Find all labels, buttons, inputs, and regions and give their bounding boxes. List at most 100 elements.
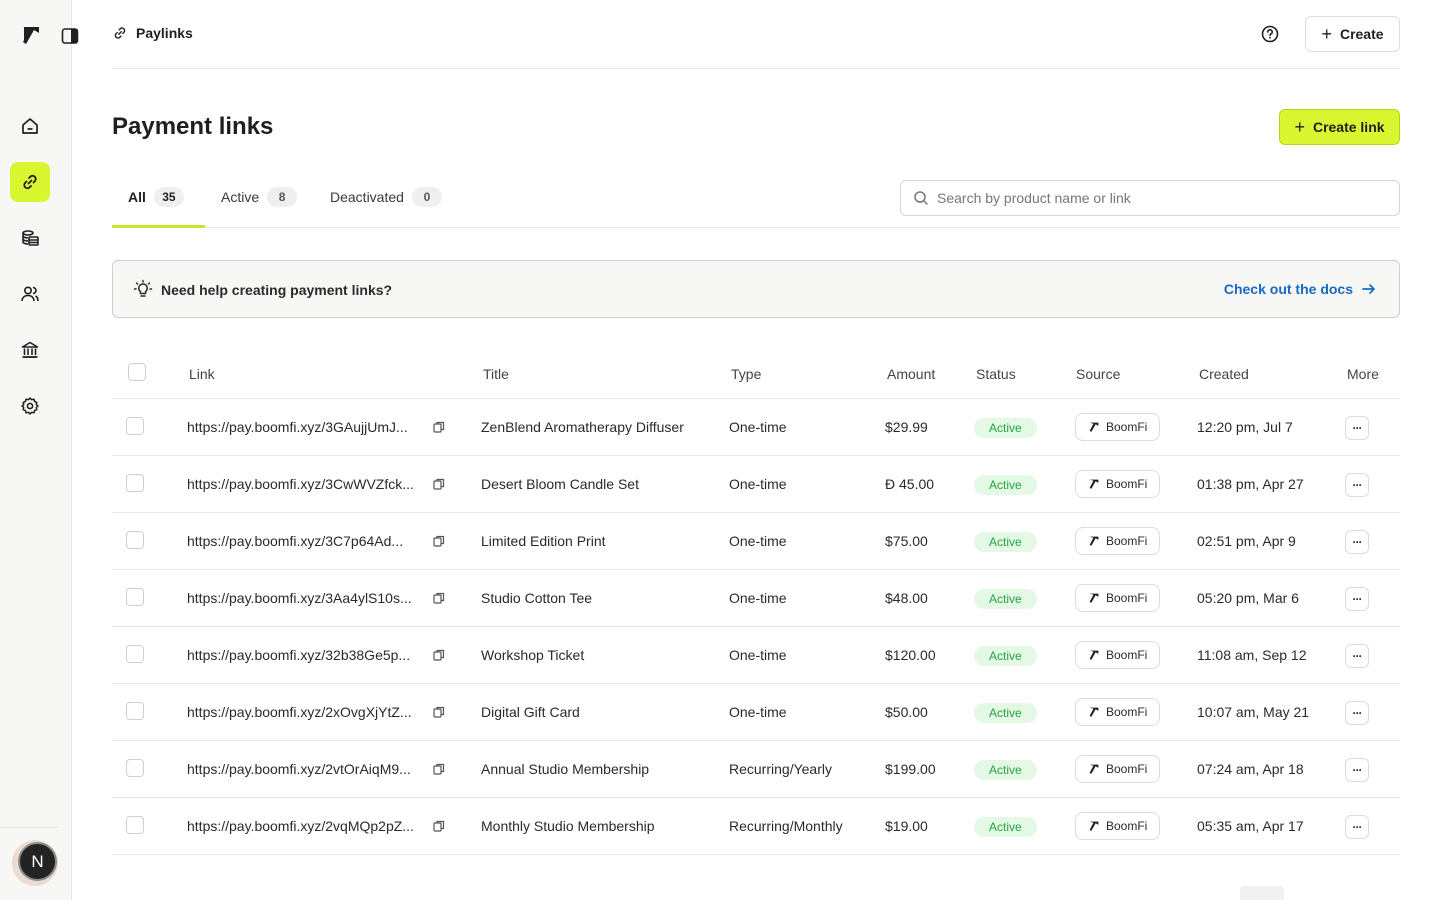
select-all-checkbox[interactable] [128,363,146,381]
copy-icon[interactable] [433,763,445,775]
type-cell: One-time [729,590,787,606]
sidebar-item-customers[interactable] [10,274,50,314]
link-cell[interactable]: https://pay.boomfi.xyz/2vtOrAiqM9... [187,761,445,777]
create-button[interactable]: + Create [1305,16,1400,52]
tab-all[interactable]: All 35 [128,186,184,208]
boomfi-logo-icon [1089,479,1099,489]
breadcrumb-label: Paylinks [136,25,193,41]
sidebar-item-home[interactable] [10,106,50,146]
row-checkbox[interactable] [126,645,144,663]
sidebar-toggle-icon[interactable] [61,27,79,45]
search-icon [914,191,928,205]
source-label: BoomFi [1106,705,1148,719]
copy-icon[interactable] [433,535,445,547]
copy-icon[interactable] [433,649,445,661]
sidebar-item-paylinks[interactable] [10,162,50,202]
column-header-status[interactable]: Status [976,366,1016,382]
table-row[interactable]: https://pay.boomfi.xyz/3CwWVZfck... Dese… [112,456,1400,513]
amount-cell: $48.00 [885,590,928,606]
table-row[interactable]: https://pay.boomfi.xyz/3Aa4ylS10s... Stu… [112,570,1400,627]
lightbulb-icon [133,279,153,297]
sidebar-item-banking[interactable] [10,330,50,370]
source-label: BoomFi [1106,534,1148,548]
boomfi-logo-icon[interactable] [20,24,42,46]
row-checkbox[interactable] [126,417,144,435]
row-checkbox[interactable] [126,474,144,492]
row-checkbox[interactable] [126,531,144,549]
amount-cell: $50.00 [885,704,928,720]
copy-icon[interactable] [433,706,445,718]
column-header-created[interactable]: Created [1199,366,1249,382]
row-checkbox[interactable] [126,759,144,777]
source-badge: BoomFi [1075,698,1161,726]
payment-link-url[interactable]: https://pay.boomfi.xyz/3C7p64Ad... [187,533,427,549]
source-badge: BoomFi [1075,470,1161,498]
status-badge: Active [974,589,1037,609]
more-actions-button[interactable]: ··· [1345,587,1369,611]
more-actions-button[interactable]: ··· [1345,473,1369,497]
link-cell[interactable]: https://pay.boomfi.xyz/3CwWVZfck... [187,476,445,492]
payment-link-url[interactable]: https://pay.boomfi.xyz/2vtOrAiqM9... [187,761,427,777]
more-actions-button[interactable]: ··· [1345,416,1369,440]
status-badge: Active [974,418,1037,438]
payment-link-url[interactable]: https://pay.boomfi.xyz/3Aa4ylS10s... [187,590,427,606]
table-row[interactable]: https://pay.boomfi.xyz/2xOvgXjYtZ... Dig… [112,684,1400,741]
source-label: BoomFi [1106,591,1148,605]
create-link-button[interactable]: + Create link [1279,109,1400,145]
table-row[interactable]: https://pay.boomfi.xyz/2vqMQp2pZ... Mont… [112,798,1400,855]
more-actions-button[interactable]: ··· [1345,644,1369,668]
pagination-control[interactable] [1240,886,1284,900]
source-badge: BoomFi [1075,755,1161,783]
more-actions-button[interactable]: ··· [1345,815,1369,839]
table-row[interactable]: https://pay.boomfi.xyz/3C7p64Ad... Limit… [112,513,1400,570]
sidebar-item-settings[interactable] [10,386,50,426]
search-input[interactable] [937,190,1377,206]
sidebar-item-payments[interactable] [10,218,50,258]
link-cell[interactable]: https://pay.boomfi.xyz/3C7p64Ad... [187,533,445,549]
copy-icon[interactable] [433,592,445,604]
copy-icon[interactable] [433,421,445,433]
payment-link-url[interactable]: https://pay.boomfi.xyz/3CwWVZfck... [187,476,427,492]
more-actions-button[interactable]: ··· [1345,701,1369,725]
more-actions-button[interactable]: ··· [1345,758,1369,782]
row-checkbox[interactable] [126,816,144,834]
copy-icon[interactable] [433,820,445,832]
type-cell: One-time [729,704,787,720]
created-cell: 07:24 am, Apr 18 [1197,761,1304,777]
column-header-amount[interactable]: Amount [887,366,935,382]
tab-active[interactable]: Active 8 [221,186,298,208]
table-row[interactable]: https://pay.boomfi.xyz/32b38Ge5p... Work… [112,627,1400,684]
column-header-title[interactable]: Title [483,366,509,382]
amount-cell: Đ 45.00 [885,476,935,492]
search-box[interactable] [900,180,1400,216]
row-checkbox[interactable] [126,702,144,720]
table-row[interactable]: https://pay.boomfi.xyz/2vtOrAiqM9... Ann… [112,741,1400,798]
link-cell[interactable]: https://pay.boomfi.xyz/3Aa4ylS10s... [187,590,445,606]
link-cell[interactable]: https://pay.boomfi.xyz/32b38Ge5p... [187,647,445,663]
column-header-source[interactable]: Source [1076,366,1120,382]
column-header-type[interactable]: Type [731,366,761,382]
payment-link-url[interactable]: https://pay.boomfi.xyz/32b38Ge5p... [187,647,427,663]
row-checkbox[interactable] [126,588,144,606]
avatar[interactable]: N [18,842,57,881]
payment-link-url[interactable]: https://pay.boomfi.xyz/2xOvgXjYtZ... [187,704,427,720]
payment-link-url[interactable]: https://pay.boomfi.xyz/2vqMQp2pZ... [187,818,427,834]
help-icon[interactable] [1260,24,1280,44]
title-cell: Digital Gift Card [481,704,580,720]
copy-icon[interactable] [433,478,445,490]
tab-deactivated[interactable]: Deactivated 0 [330,186,442,208]
breadcrumb[interactable]: Paylinks [112,25,193,41]
status-badge: Active [974,760,1037,780]
more-actions-button[interactable]: ··· [1345,530,1369,554]
tab-count: 35 [153,187,184,207]
payment-link-url[interactable]: https://pay.boomfi.xyz/3GAujjUmJ... [187,419,427,435]
amount-cell: $120.00 [885,647,936,663]
column-header-link[interactable]: Link [189,366,215,382]
created-cell: 12:20 pm, Jul 7 [1197,419,1293,435]
docs-link[interactable]: Check out the docs [1224,281,1377,297]
table-row[interactable]: https://pay.boomfi.xyz/3GAujjUmJ... ZenB… [112,399,1400,456]
link-cell[interactable]: https://pay.boomfi.xyz/2xOvgXjYtZ... [187,704,445,720]
link-cell[interactable]: https://pay.boomfi.xyz/3GAujjUmJ... [187,419,445,435]
link-cell[interactable]: https://pay.boomfi.xyz/2vqMQp2pZ... [187,818,445,834]
source-badge: BoomFi [1075,413,1161,441]
